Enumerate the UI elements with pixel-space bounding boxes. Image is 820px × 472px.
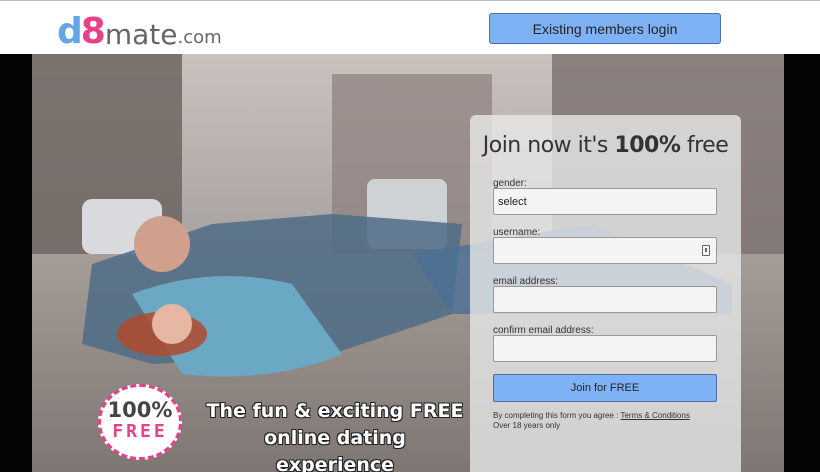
form-title: Join now it's 100% free <box>482 133 729 158</box>
logo-tld: .com <box>177 27 222 48</box>
username-input[interactable] <box>493 237 717 264</box>
logo-mark: d8 <box>57 11 106 52</box>
site-header: d8 mate .com Existing members login <box>0 0 820 54</box>
badge-percent: 100% <box>107 398 173 422</box>
tagline-line-2: online dating experience <box>264 427 406 472</box>
site-logo[interactable]: d8 mate .com <box>57 10 222 50</box>
password-manager-icon[interactable] <box>702 245 710 256</box>
email-input[interactable] <box>493 286 717 313</box>
hero-section: 100% FREE The fun & exciting FREE online… <box>0 54 820 472</box>
join-free-button[interactable]: Join for FREE <box>493 374 717 402</box>
hero-tagline: The fun & exciting FREE online dating ex… <box>205 398 465 472</box>
terms-note: By completing this form you agree : Term… <box>493 411 690 430</box>
badge-free: FREE <box>112 421 168 442</box>
terms-link[interactable]: Terms & Conditions <box>620 411 689 420</box>
free-badge: 100% FREE <box>98 384 182 460</box>
logo-name: mate <box>104 18 178 51</box>
signup-form: Join now it's 100% free gender: select u… <box>470 115 741 472</box>
tagline-line-1: The fun & exciting FREE <box>206 400 464 422</box>
confirm-email-input[interactable] <box>493 335 717 362</box>
gender-select[interactable]: select <box>493 188 717 215</box>
existing-members-login-button[interactable]: Existing members login <box>489 13 721 44</box>
